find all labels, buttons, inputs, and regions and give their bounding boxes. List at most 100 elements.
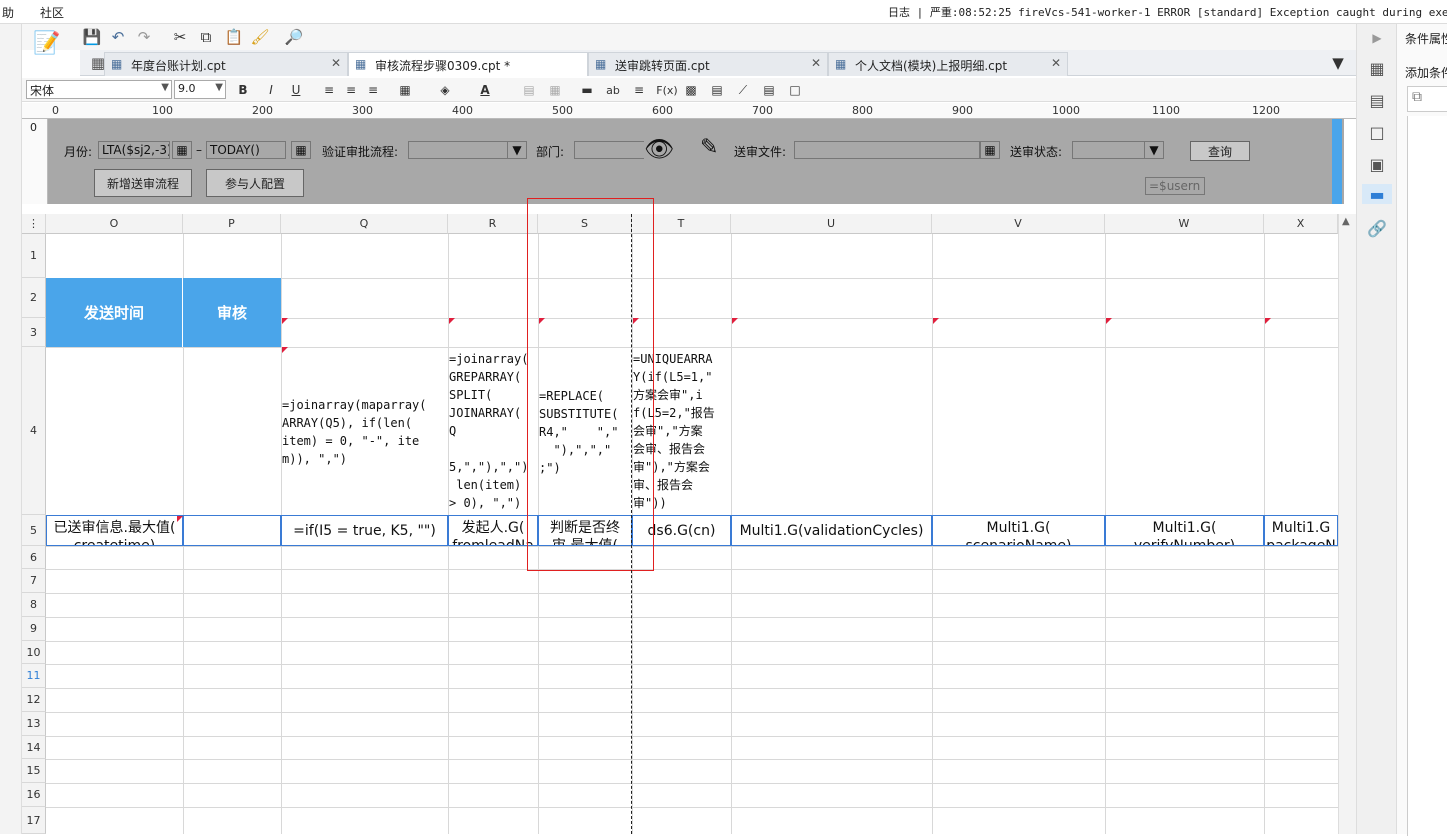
bold-button[interactable]: B <box>234 81 252 99</box>
cell-P2[interactable]: 审核 <box>183 278 281 347</box>
month-start-input[interactable]: LTA($sj2,-3) <box>98 141 170 159</box>
cell-P5[interactable] <box>183 515 281 546</box>
cell-O2[interactable]: 发送时间 <box>46 278 183 347</box>
hyperlink-icon[interactable]: 🔗 <box>1367 218 1387 238</box>
row-header[interactable]: 8 <box>22 593 46 617</box>
column-header[interactable]: V <box>932 214 1105 234</box>
insert-row-icon[interactable]: ▬ <box>578 81 596 99</box>
row-header[interactable]: 5 <box>22 515 46 546</box>
save-icon[interactable]: 💾 <box>82 27 102 47</box>
widget-icon[interactable]: □ <box>786 81 804 99</box>
copy-icon[interactable]: ⧉ <box>196 27 216 47</box>
align-left-icon[interactable]: ≡ <box>320 81 338 99</box>
chevron-right-icon[interactable]: ▶ <box>1367 28 1387 48</box>
log-status[interactable]: 日志 | 严重:08:52:25 fireVcs-541-worker-1 ER… <box>888 4 1447 20</box>
template-icon[interactable]: 📝 <box>33 28 60 58</box>
tab-redirect-page[interactable]: ▦ 送审跳转页面.cpt ✕ <box>588 52 828 76</box>
font-family-select[interactable]: 宋体 ▼ <box>26 80 172 99</box>
menu-community[interactable]: 社区 <box>40 4 64 21</box>
hidden-eye-icon[interactable]: 👁 <box>644 135 674 163</box>
row-header[interactable]: 17 <box>22 807 46 834</box>
formula-button[interactable]: F(x) <box>654 81 680 99</box>
row-header[interactable]: 14 <box>22 736 46 759</box>
cell-X5[interactable]: Multi1.G packageN <box>1264 515 1338 546</box>
username-field[interactable]: =$usern <box>1145 177 1205 195</box>
query-button[interactable]: 查询 <box>1190 141 1250 161</box>
tab-menu-icon[interactable]: ▼ <box>1328 53 1348 73</box>
column-header[interactable]: R <box>448 214 538 234</box>
column-header[interactable]: P <box>183 214 281 234</box>
column-header[interactable]: W <box>1105 214 1264 234</box>
row-header[interactable]: 16 <box>22 783 46 807</box>
align-center-icon[interactable]: ≡ <box>342 81 360 99</box>
widget-attr-icon[interactable]: □ <box>1367 122 1387 142</box>
tab-audit-flow[interactable]: ▦ 审核流程步骤0309.cpt * <box>348 52 588 76</box>
status-select[interactable] <box>1072 141 1154 159</box>
chart-icon[interactable]: ▩ <box>682 81 700 99</box>
cell-O5[interactable]: 已送审信息.最大值( createtime) <box>46 515 183 546</box>
cell-Q5[interactable]: =if(I5 = true, K5, "") <box>281 515 448 546</box>
row-header[interactable]: 7 <box>22 569 46 593</box>
row-header[interactable]: 9 <box>22 617 46 641</box>
cell-attributes-icon[interactable]: ▦ <box>1367 58 1387 78</box>
row-header[interactable]: 3 <box>22 318 46 347</box>
cell-R5[interactable]: 发起人.G( fromleadNa <box>448 515 538 546</box>
italic-button[interactable]: I <box>262 81 280 99</box>
row-header[interactable]: 15 <box>22 759 46 783</box>
unmerge-icon[interactable]: ▦ <box>546 81 564 99</box>
row-header[interactable]: 4 <box>22 347 46 515</box>
tab-personal-docs[interactable]: ▦ 个人文档(模块)上报明细.cpt ✕ <box>828 52 1068 76</box>
row-header[interactable]: 11 <box>22 664 46 688</box>
align-right-icon[interactable]: ≡ <box>364 81 382 99</box>
dropdown-icon[interactable]: ▼ <box>507 141 527 159</box>
preview-icon[interactable]: 🔎 <box>284 27 304 47</box>
cell-U5[interactable]: Multi1.G(validationCycles) <box>731 515 932 546</box>
column-header[interactable]: O <box>46 214 183 234</box>
row-header[interactable]: 13 <box>22 712 46 736</box>
rich-text-icon[interactable]: ≡ <box>630 81 648 99</box>
department-input[interactable] <box>574 141 644 159</box>
row-header[interactable]: 12 <box>22 688 46 712</box>
subreport-icon[interactable]: ▤ <box>760 81 778 99</box>
file-input[interactable] <box>794 141 980 159</box>
paste-icon[interactable]: 📋 <box>224 27 244 47</box>
cell-V5[interactable]: Multi1.G( scenarioName) <box>932 515 1105 546</box>
tab-annual-plan[interactable]: ▦ 年度台账计划.cpt ✕ <box>104 52 348 76</box>
border-icon[interactable]: ▦ <box>396 81 414 99</box>
column-header[interactable]: U <box>731 214 932 234</box>
merge-icon[interactable]: ▤ <box>520 81 538 99</box>
undo-icon[interactable]: ↶ <box>108 27 128 47</box>
row-header[interactable]: 2 <box>22 278 46 318</box>
fill-color-icon[interactable]: ◈ <box>436 81 454 99</box>
menu-help[interactable]: 助 <box>2 4 14 21</box>
font-color-icon[interactable]: A <box>476 81 494 99</box>
cell-Q4[interactable]: =joinarray(maparray( ARRAY(Q5), if(len( … <box>282 396 448 514</box>
calendar-icon[interactable]: ▦ <box>172 141 192 159</box>
panel-resize-handle[interactable] <box>1332 119 1342 204</box>
format-painter-icon[interactable]: 🖌 <box>250 27 270 47</box>
month-end-input[interactable]: TODAY() <box>206 141 286 159</box>
pencil-icon[interactable]: ✎ <box>700 135 718 160</box>
add-condition-icon[interactable]: ⧉ <box>1407 86 1447 112</box>
dropdown-attr-icon[interactable]: ▣ <box>1367 154 1387 174</box>
scroll-up-icon[interactable]: ▲ <box>1342 216 1350 227</box>
condition-attr-icon[interactable]: ▤ <box>1367 90 1387 110</box>
image-icon[interactable]: ▤ <box>708 81 726 99</box>
dropdown-icon[interactable]: ▼ <box>1144 141 1164 159</box>
close-icon[interactable]: ✕ <box>1051 56 1061 70</box>
corner-select-all[interactable]: ⋮ <box>22 214 46 234</box>
underline-button[interactable]: U <box>287 81 305 99</box>
slash-icon[interactable]: ⟋ <box>734 81 752 99</box>
redo-icon[interactable]: ↷ <box>134 27 154 47</box>
row-header[interactable]: 1 <box>22 234 46 278</box>
tree-select-icon[interactable]: ▦ <box>980 141 1000 159</box>
new-flow-button[interactable]: 新增送审流程 <box>94 169 192 197</box>
text-cell-button[interactable]: ab <box>604 81 622 99</box>
column-header[interactable]: Q <box>281 214 448 234</box>
participant-config-button[interactable]: 参与人配置 <box>206 169 304 197</box>
font-size-select[interactable]: 9.0 ▼ <box>174 80 226 99</box>
close-icon[interactable]: ✕ <box>331 56 341 70</box>
column-header[interactable]: X <box>1264 214 1338 234</box>
row-header[interactable]: 6 <box>22 546 46 569</box>
close-icon[interactable]: ✕ <box>811 56 821 70</box>
